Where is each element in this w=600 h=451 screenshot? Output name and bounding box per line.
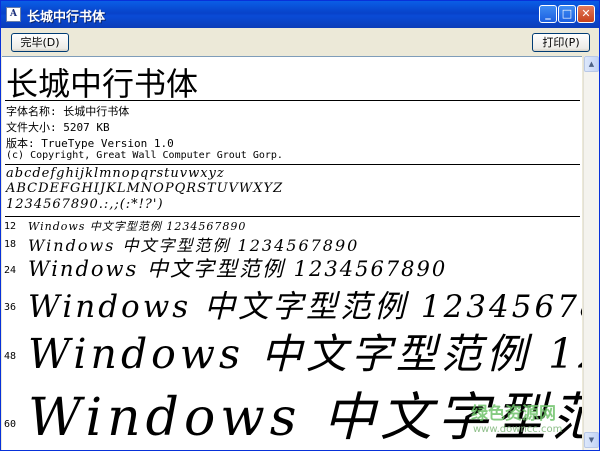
toolbar: 完毕(D) 打印(P) (1, 28, 599, 56)
size-label: 24 (4, 265, 17, 276)
charset-lowercase: abcdefghijklmnopqrstuvwxyz (6, 166, 225, 181)
copyright-line: (c) Copyright, Great Wall Computer Grout… (6, 150, 283, 161)
size-label: 48 (4, 351, 17, 362)
file-size-line: 文件大小: 5207 KB (6, 121, 110, 134)
window-title: 长城中行书体 (27, 10, 106, 25)
size-label: 18 (4, 239, 17, 250)
size-label: 12 (4, 221, 17, 232)
done-button[interactable]: 完毕(D) (11, 33, 69, 52)
font-name-line: 字体名称: 长城中行书体 (6, 105, 130, 118)
print-button[interactable]: 打印(P) (532, 33, 590, 52)
charset-digits: 1234567890.:,;(:*!?') (6, 197, 164, 212)
divider (5, 216, 580, 217)
vertical-scrollbar[interactable]: ▲ ▼ (583, 56, 599, 450)
font-display-name: 长城中行书体 (6, 65, 199, 103)
font-viewer-window: A 长城中行书体 _ □ ✕ 完毕(D) 打印(P) 长城中行书体 字体名称: … (0, 0, 600, 451)
watermark-url: www.downcc.com (473, 424, 563, 435)
scroll-down-button[interactable]: ▼ (584, 432, 599, 448)
watermark-logo: 绿色资源网 (471, 404, 556, 424)
scroll-up-button[interactable]: ▲ (584, 56, 599, 72)
divider (5, 100, 580, 101)
minimize-button[interactable]: _ (539, 5, 557, 23)
sample-line-48: Windows 中文字型范例 1234567890 (28, 330, 582, 378)
close-button[interactable]: ✕ (577, 5, 595, 23)
size-label: 36 (4, 302, 17, 313)
charset-uppercase: ABCDEFGHIJKLMNOPQRSTUVWXYZ (6, 181, 284, 196)
title-bar[interactable]: A 长城中行书体 _ □ ✕ (1, 1, 599, 28)
sample-line-24: Windows 中文字型范例 1234567890 (28, 257, 448, 281)
divider (5, 164, 580, 165)
version-line: 版本: TrueType Version 1.0 (6, 137, 174, 150)
font-file-icon: A (6, 7, 21, 22)
maximize-button[interactable]: □ (558, 5, 576, 23)
font-preview-pane[interactable]: 长城中行书体 字体名称: 长城中行书体 文件大小: 5207 KB 版本: Tr… (2, 56, 582, 450)
size-label: 60 (4, 419, 17, 430)
